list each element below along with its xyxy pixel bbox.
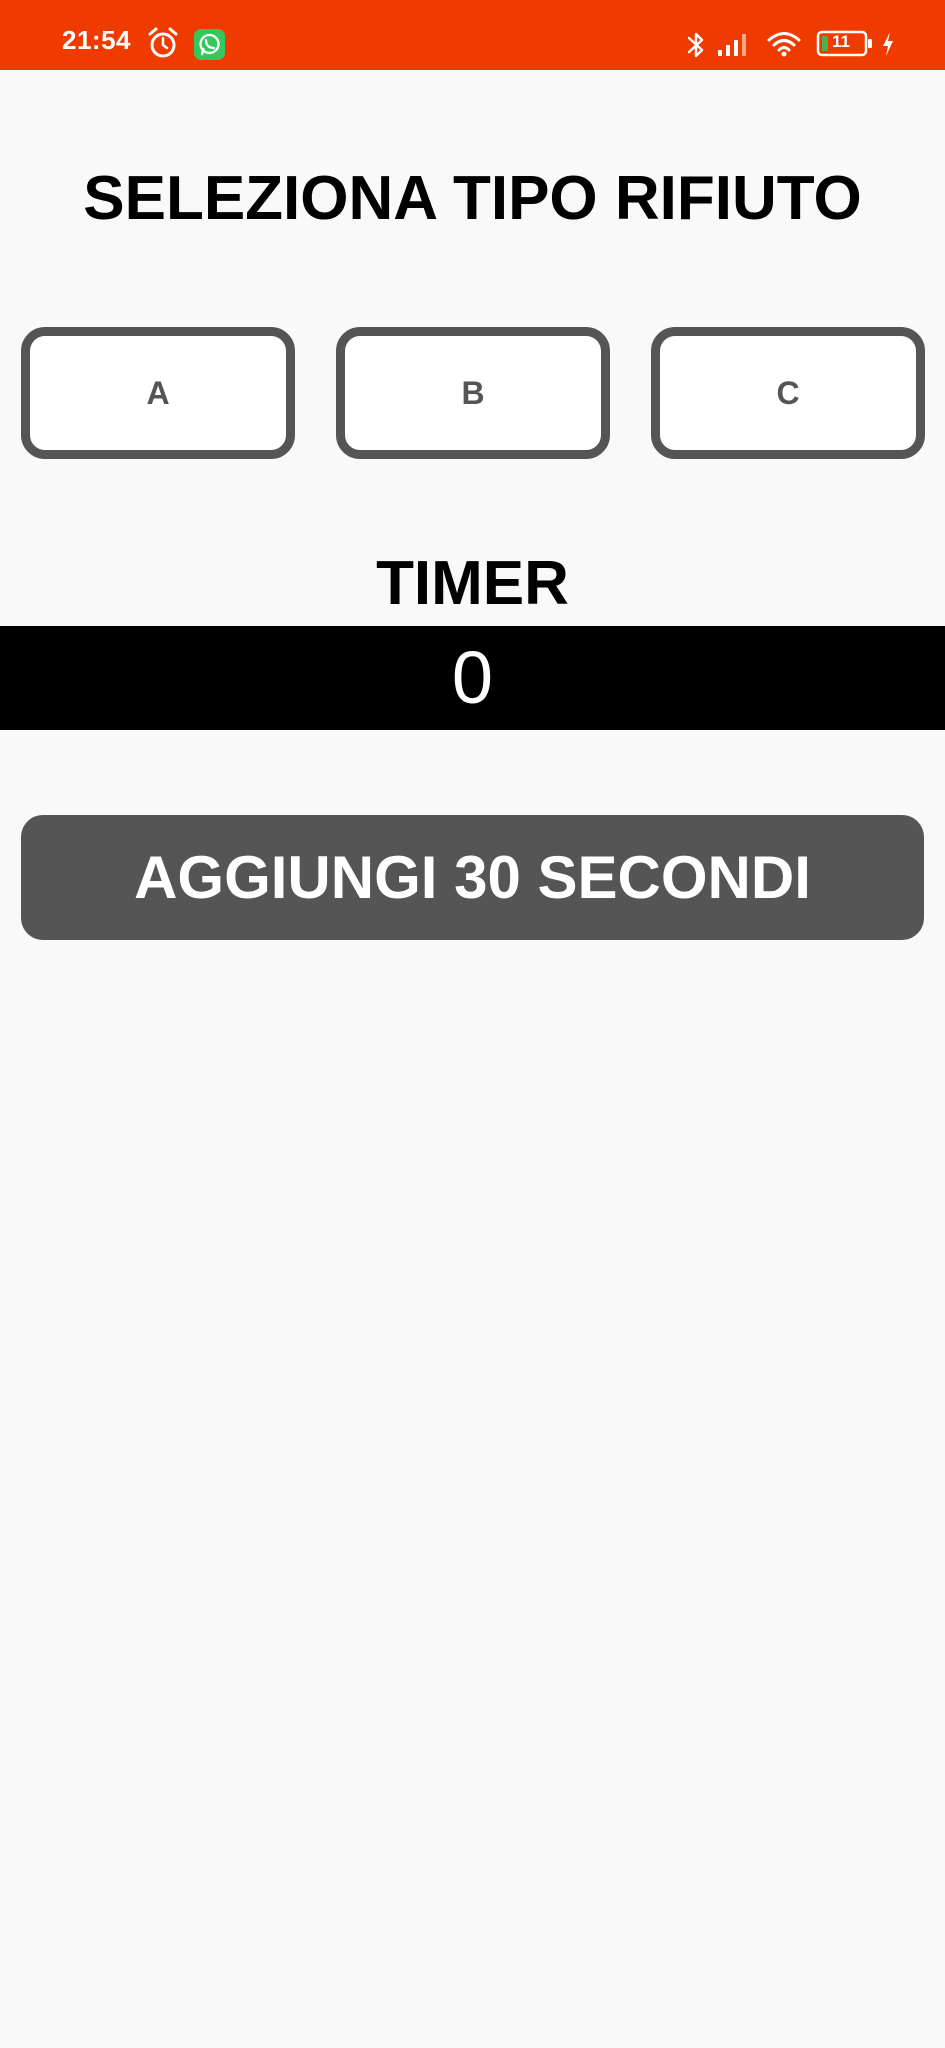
wifi-icon (767, 32, 801, 57)
timer-label: TIMER (376, 549, 569, 618)
waste-type-b-button[interactable]: B (336, 327, 610, 459)
waste-type-a-button[interactable]: A (21, 327, 295, 459)
whatsapp-icon (194, 29, 225, 60)
bluetooth-icon (687, 32, 704, 58)
waste-type-c-button[interactable]: C (651, 327, 925, 459)
timer-display: 0 (0, 626, 945, 730)
battery-level: 11 (832, 32, 850, 51)
page-title: SELEZIONA TIPO RIFIUTO (83, 164, 862, 233)
add-30-seconds-button[interactable]: AGGIUNGI 30 SECONDI (21, 815, 924, 940)
charging-icon (883, 32, 893, 56)
status-time: 21:54 (62, 25, 131, 55)
alarm-icon (148, 27, 178, 58)
status-bar: 21:54 11 (0, 0, 945, 70)
signal-icon (718, 34, 746, 56)
